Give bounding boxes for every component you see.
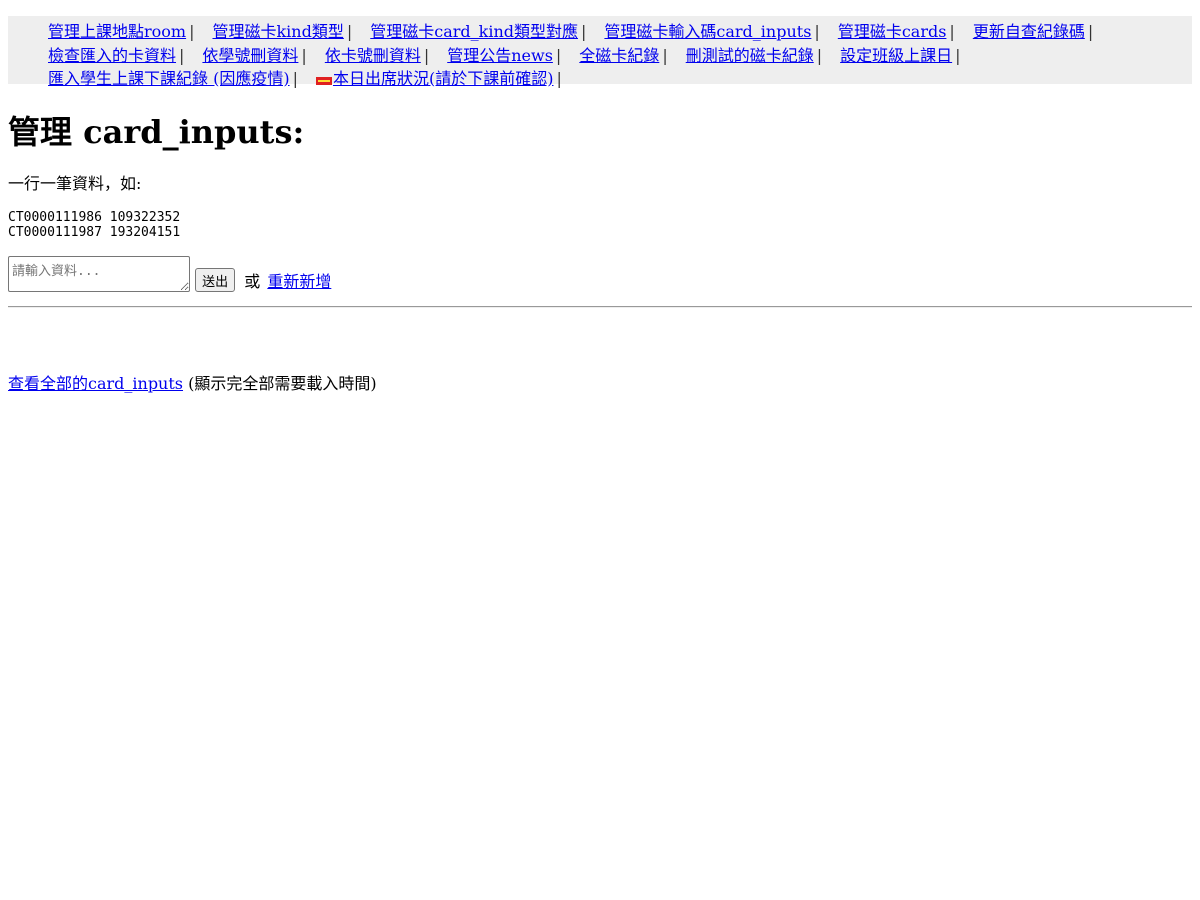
nav-item: 管理磁卡kind類型 | <box>212 22 370 41</box>
nav-link-label: 管理磁卡cards <box>837 22 947 41</box>
nav-separator: | <box>949 22 955 41</box>
divider <box>8 306 1192 308</box>
nav-row: 匯入學生上課下課紀錄 (因應疫情) | 本日出席狀況(請於下課前確認) | <box>48 67 1192 91</box>
nav-separator: | <box>955 45 961 65</box>
view-all-note: (顯示完全部需要載入時間) <box>188 374 377 393</box>
nav-link[interactable]: 依學號刪資料 <box>202 46 298 65</box>
nav-separator: | <box>301 45 307 65</box>
view-all-card-inputs-link[interactable]: 查看全部的card_inputs <box>8 374 183 393</box>
nav-item: 管理磁卡card_kind類型對應 | <box>370 22 604 41</box>
nav-link[interactable]: 匯入學生上課下課紀錄 (因應疫情) <box>48 69 290 88</box>
data-input-textarea[interactable] <box>8 256 190 292</box>
nav-link[interactable]: 全磁卡紀錄 <box>579 46 659 65</box>
nav-item: 刪測試的磁卡紀錄 | <box>686 46 840 65</box>
nav-link-label: 檢查匯入的卡資料 <box>48 45 177 65</box>
nav-separator: | <box>555 45 562 65</box>
nav-item: 匯入學生上課下課紀錄 (因應疫情) | <box>48 69 316 88</box>
nav-separator: | <box>292 69 298 88</box>
nav-link[interactable]: 管理上課地點room <box>48 22 186 41</box>
nav-item: 管理磁卡輸入碼card_inputs | <box>604 22 837 41</box>
nav-link-label: 管理磁卡card_kind類型對應 <box>370 22 579 41</box>
nav-link[interactable]: 管理磁卡輸入碼card_inputs <box>604 22 811 41</box>
reset-add-link[interactable]: 重新新增 <box>267 272 331 291</box>
nav-separator: | <box>814 22 820 41</box>
nav-item: 設定班級上課日 | <box>840 46 978 65</box>
nav-separator: | <box>816 45 823 65</box>
nav-link[interactable]: 檢查匯入的卡資料 <box>48 46 176 65</box>
nav-item: 管理磁卡cards | <box>838 22 973 41</box>
nav-item: 依學號刪資料 | <box>202 46 324 65</box>
submit-button[interactable]: 送出 <box>195 268 236 292</box>
nav-item: 檢查匯入的卡資料 | <box>48 46 202 65</box>
nav-item: 依卡號刪資料 | <box>325 46 447 65</box>
nav-link-label: 管理上課地點room <box>48 22 187 41</box>
nav-separator: | <box>1087 22 1094 41</box>
nav-link-label: 管理公告news <box>447 45 553 65</box>
nav-link-label: 依卡號刪資料 <box>324 45 421 65</box>
nav-separator: | <box>423 45 430 65</box>
nav-link[interactable]: 依卡號刪資料 <box>325 46 421 65</box>
instruction-text: 一行一筆資料，如: <box>8 174 142 193</box>
nav-link-label: 匯入學生上課下課紀錄 (因應疫情) <box>48 69 290 88</box>
nav-link[interactable]: 更新自查紀錄碼 <box>973 22 1085 41</box>
nav-item: 全磁卡紀錄 | <box>579 46 685 65</box>
nav-link-label: 管理磁卡輸入碼card_inputs <box>604 22 812 41</box>
nav-separator: | <box>179 45 185 65</box>
example-data: CT0000111986 109322352 CT0000111987 1932… <box>8 210 181 240</box>
nav-link[interactable]: 管理磁卡cards <box>838 22 947 41</box>
or-text: 或 <box>244 272 261 291</box>
nav-link-label: 本日出席狀況(請於下課前確認) <box>332 69 554 88</box>
nav-link-label: 設定班級上課日 <box>840 45 953 65</box>
nav-link[interactable]: 管理磁卡card_kind類型對應 <box>370 22 578 41</box>
new-badge-icon <box>315 77 332 85</box>
nav-link-label: 刪測試的磁卡紀錄 <box>685 45 814 65</box>
nav-item: 更新自查紀錄碼 | <box>973 22 1111 41</box>
nav-separator: | <box>189 22 195 41</box>
nav-link[interactable]: 刪測試的磁卡紀錄 <box>686 46 814 65</box>
nav-row: 管理上課地點room | 管理磁卡kind類型 | 管理磁卡card_kind類型對應 |… <box>48 20 1192 44</box>
nav-separator: | <box>662 45 668 65</box>
nav-item: 管理公告news | <box>447 46 579 65</box>
nav-link-label: 管理磁卡kind類型 <box>212 22 344 41</box>
nav-item: 本日出席狀況(請於下課前確認) | <box>315 69 580 88</box>
page: 管理上課地點room | 管理磁卡kind類型 | 管理磁卡card_kind類型對應 |… <box>0 0 1200 394</box>
nav-separator: | <box>346 22 353 41</box>
nav-link-label: 全磁卡紀錄 <box>579 45 660 65</box>
input-form: 送出 或 重新新增 <box>8 256 1192 292</box>
nav-link[interactable]: 本日出席狀況(請於下課前確認) <box>315 69 554 88</box>
nav-link[interactable]: 管理磁卡kind類型 <box>212 22 343 41</box>
nav-link[interactable]: 管理公告news <box>447 46 553 65</box>
nav-link-label: 依學號刪資料 <box>202 45 299 65</box>
page-title: 管理 card_inputs: <box>8 113 305 151</box>
nav-separator: | <box>556 69 562 88</box>
nav-separator: | <box>581 22 587 41</box>
nav-link-label: 更新自查紀錄碼 <box>972 22 1085 41</box>
nav-link[interactable]: 設定班級上課日 <box>840 46 952 65</box>
nav-item: 管理上課地點room | <box>48 22 212 41</box>
nav-row: 檢查匯入的卡資料 | 依學號刪資料 | 依卡號刪資料 | 管理公告news | 全磁卡紀錄 | 刪測… <box>48 44 1192 68</box>
view-all-row: 查看全部的card_inputs (顯示完全部需要載入時間) <box>8 374 1192 394</box>
top-navigation-bar: 管理上課地點room | 管理磁卡kind類型 | 管理磁卡card_kind類型對應 |… <box>8 16 1192 88</box>
